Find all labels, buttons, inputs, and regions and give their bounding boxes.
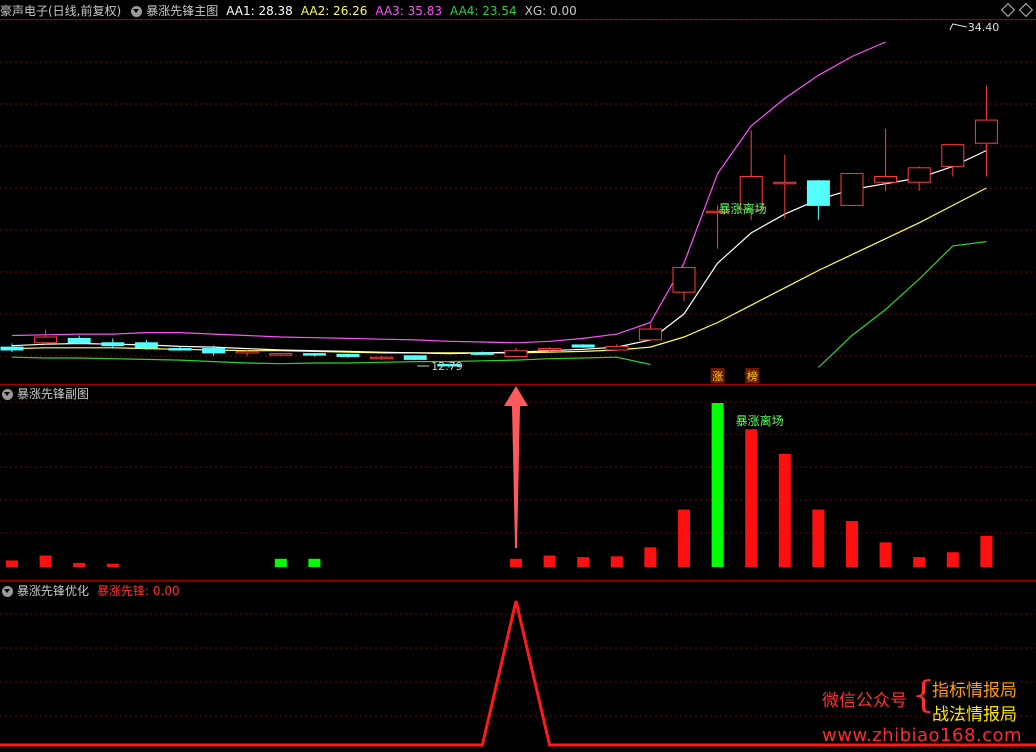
sub-bar bbox=[610, 556, 623, 567]
sub-bar bbox=[812, 509, 825, 567]
sub-bar bbox=[73, 562, 86, 567]
candle-body bbox=[672, 267, 696, 293]
candle-body bbox=[840, 173, 864, 206]
dropdown-circle-icon[interactable] bbox=[2, 388, 13, 400]
low-price-label: 12.79 bbox=[431, 360, 463, 373]
watermark-name-1: 指标情报局 bbox=[932, 681, 1017, 701]
candle-body bbox=[605, 345, 629, 351]
aa4-line bbox=[11, 356, 651, 366]
candle-body bbox=[101, 342, 125, 347]
sub-bar bbox=[510, 558, 522, 567]
exit-label-sub: 暴涨离场 bbox=[736, 413, 784, 428]
high-marker bbox=[949, 23, 967, 31]
dropdown-circle-icon[interactable] bbox=[131, 5, 143, 17]
candle-body bbox=[874, 175, 898, 183]
sub-bar bbox=[543, 555, 556, 567]
candle-body bbox=[235, 350, 259, 354]
sub-bar bbox=[6, 560, 18, 567]
sub-bar bbox=[879, 542, 892, 567]
xg-value: XG: 0.00 bbox=[524, 4, 577, 18]
candle-body bbox=[403, 355, 427, 360]
sub-bar bbox=[711, 403, 724, 567]
annotations: 34.4012.79暴涨离场暴涨离场涨榜 bbox=[417, 21, 999, 428]
watermark-wechat: 微信公众号 bbox=[822, 691, 907, 711]
stock-title[interactable]: 豪声电子(日线,前复权) bbox=[0, 1, 121, 21]
candle-body bbox=[370, 356, 394, 360]
signal-series-line bbox=[0, 600, 1036, 747]
candle-body bbox=[504, 350, 528, 358]
aa3-value: AA3: 35.83 bbox=[375, 4, 443, 18]
candle-body bbox=[67, 337, 91, 344]
candle-body bbox=[638, 328, 662, 341]
sub-bar bbox=[106, 563, 119, 567]
sub-bar bbox=[39, 555, 52, 567]
candle-body bbox=[168, 348, 192, 351]
opt-indicator-value: 暴涨先锋: 0.00 bbox=[97, 584, 180, 598]
candle-body bbox=[907, 167, 931, 183]
exit-label-main: 暴涨离场 bbox=[719, 201, 767, 216]
sub-bar bbox=[577, 557, 590, 567]
candlesticks bbox=[0, 85, 998, 368]
chart-canvas: 34.4012.79暴涨离场暴涨离场涨榜 bbox=[0, 19, 1036, 747]
sub-bar bbox=[745, 429, 758, 567]
candle-body bbox=[0, 346, 24, 351]
candle-body bbox=[269, 353, 293, 356]
badge-label: 涨 bbox=[712, 370, 723, 383]
sub-bar bbox=[274, 558, 287, 567]
sub-bars bbox=[6, 386, 993, 567]
sub-bar bbox=[644, 547, 657, 567]
candle-body bbox=[538, 348, 562, 351]
aa1-line bbox=[11, 149, 987, 355]
opt-panel-header: 暴涨先锋优化 暴涨先锋: 0.00 bbox=[0, 581, 188, 601]
dropdown-circle-icon[interactable] bbox=[2, 585, 13, 597]
candle-body bbox=[134, 342, 158, 349]
opt-indicator-name[interactable]: 暴涨先锋优化 bbox=[17, 581, 89, 601]
sub-bar bbox=[980, 535, 993, 567]
main-indicator-name[interactable]: 暴涨先锋主图 bbox=[146, 1, 218, 21]
main-panel-header: 豪声电子(日线,前复权) 暴涨先锋主图 AA1: 28.38 AA2: 26.2… bbox=[0, 1, 585, 21]
aa1-value: AA1: 28.38 bbox=[226, 4, 293, 18]
sub-bar bbox=[913, 557, 926, 567]
sub-bar bbox=[308, 558, 321, 567]
aa4-value: AA4: 23.54 bbox=[450, 4, 517, 18]
signal-line bbox=[0, 600, 1036, 747]
signal-arrow bbox=[504, 386, 528, 548]
badge-label: 榜 bbox=[747, 369, 758, 383]
sub-bar bbox=[846, 521, 858, 567]
watermark-name-2: 战法情报局 bbox=[932, 705, 1017, 725]
indicator-lines bbox=[11, 41, 987, 368]
candle-body bbox=[941, 144, 965, 167]
candle-body bbox=[773, 181, 797, 185]
sub-bar bbox=[678, 509, 690, 567]
candle-body bbox=[571, 344, 595, 348]
candle-body bbox=[470, 352, 494, 355]
candle-body bbox=[806, 180, 830, 206]
candle-body bbox=[202, 348, 226, 354]
aa4-line bbox=[817, 241, 987, 368]
watermark-url: www.zhibiao168.com bbox=[822, 725, 1023, 746]
sub-panel-header: 暴涨先锋副图 bbox=[0, 384, 97, 404]
sub-bar bbox=[946, 552, 959, 567]
candle-body bbox=[34, 336, 58, 344]
aa2-line bbox=[11, 187, 987, 354]
sub-indicator-name[interactable]: 暴涨先锋副图 bbox=[17, 384, 89, 404]
aa2-value: AA2: 26.26 bbox=[300, 4, 368, 18]
candle-body bbox=[336, 353, 360, 358]
high-price-label: 34.40 bbox=[968, 21, 1000, 34]
sub-bar bbox=[778, 453, 791, 567]
candle-body bbox=[302, 353, 326, 356]
candle-body bbox=[974, 119, 998, 144]
